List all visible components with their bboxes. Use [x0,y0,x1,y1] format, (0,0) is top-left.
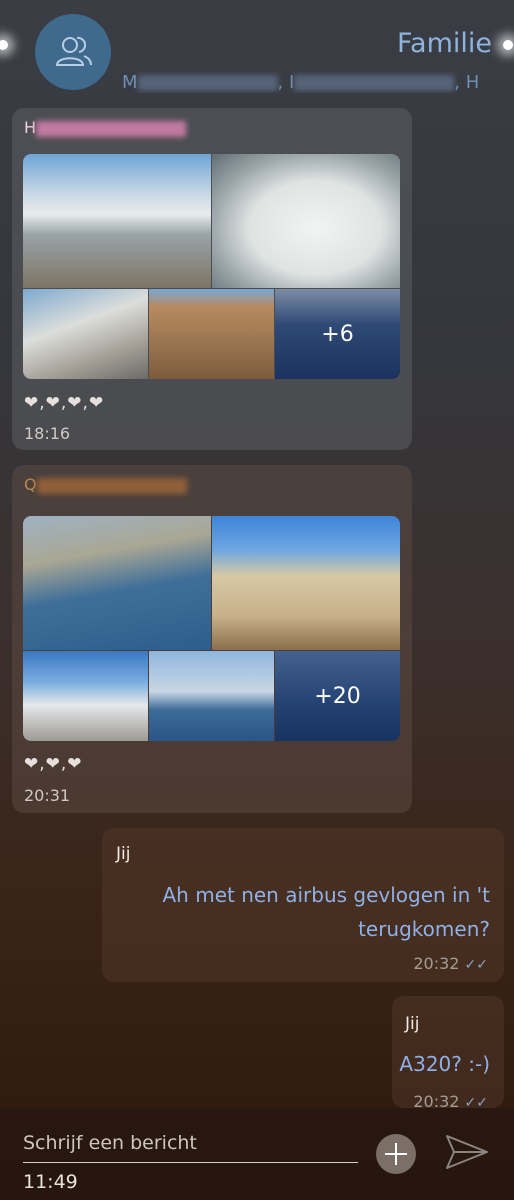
message-input[interactable]: Schrijf een bericht [23,1124,358,1163]
message-time: 20:32 [413,954,460,973]
photo-thumbnail[interactable] [23,516,211,650]
send-icon[interactable] [444,1132,490,1172]
blurred-name [294,75,455,91]
reactions[interactable]: ❤,❤,❤ [24,754,83,774]
photo-thumbnail[interactable]: +20 [275,651,400,741]
blurred-name [137,75,278,91]
blurred-name [36,477,187,494]
clock: 11:49 [23,1171,78,1193]
incoming-message[interactable]: Q +20 ❤,❤,❤ 20:31 [12,465,412,813]
incoming-message[interactable]: H +6 ❤,❤,❤,❤ 18:16 [12,108,412,450]
photo-thumbnail[interactable] [23,651,148,741]
photo-thumbnail[interactable] [212,516,400,650]
message-meta: 20:32 ✓✓ [413,954,488,973]
message-time: 20:31 [24,786,71,805]
message-line: Ah met nen airbus gevlogen in 't [162,883,491,907]
sender-name: Q [24,475,187,494]
photo-thumbnail[interactable]: +6 [275,289,400,379]
blurred-name [36,120,187,137]
message-text: Ah met nen airbus gevlogen in 't terugko… [110,878,491,946]
photo-thumbnail[interactable] [212,154,400,288]
photo-album[interactable]: +20 [23,516,400,741]
plus-icon[interactable] [376,1134,416,1174]
group-icon [55,36,92,66]
member-separator: , [277,72,289,93]
photo-thumbnail[interactable] [23,289,148,379]
member-initial: M [122,72,138,93]
message-composer: Schrijf een bericht 11:49 [0,1108,514,1200]
outgoing-message[interactable]: Jij A320? :-) 20:32 ✓✓ [392,996,504,1111]
sender-name: Jij [405,1014,420,1034]
photo-album[interactable]: +6 [23,154,400,379]
read-receipt-icon: ✓✓ [464,957,488,973]
message-text: A320? :-) [399,1052,490,1076]
message-line: terugkomen? [358,917,490,941]
member-initial: H [465,72,480,93]
sender-name: Jij [116,844,131,864]
sender-name: H [24,118,187,137]
chat-header: Familie M, I, H [0,0,514,100]
chat-title[interactable]: Familie [397,28,492,59]
sender-initial: Q [24,475,37,494]
photo-thumbnail[interactable] [149,651,274,741]
sender-initial: H [24,118,37,137]
message-time: 18:16 [24,424,71,443]
more-photos-count: +6 [275,289,400,379]
photo-thumbnail[interactable] [23,154,211,288]
member-separator: , [454,72,466,93]
more-photos-count: +20 [275,651,400,741]
member-list[interactable]: M, I, H [122,72,492,93]
outgoing-message[interactable]: Jij Ah met nen airbus gevlogen in 't ter… [102,828,504,982]
reactions[interactable]: ❤,❤,❤,❤ [24,393,104,413]
group-avatar[interactable] [35,14,111,90]
photo-thumbnail[interactable] [149,289,274,379]
